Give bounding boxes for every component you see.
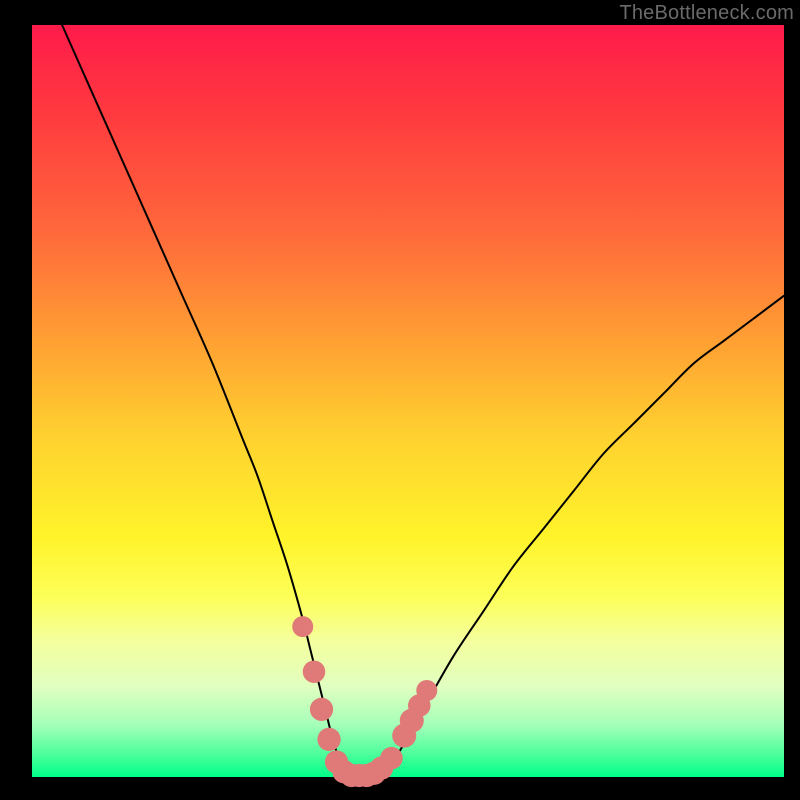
- highlight-dot: [416, 680, 437, 701]
- highlight-dot: [303, 660, 326, 683]
- plot-area: [32, 25, 784, 777]
- chart-frame: TheBottleneck.com: [0, 0, 800, 800]
- highlight-dot: [310, 698, 333, 721]
- highlight-dot: [292, 616, 313, 637]
- watermark-text: TheBottleneck.com: [619, 2, 794, 25]
- highlight-dots: [292, 616, 437, 787]
- curve-layer: [32, 25, 784, 777]
- highlight-dot: [380, 747, 403, 770]
- highlight-dot: [317, 728, 340, 751]
- bottleneck-curve: [62, 25, 784, 777]
